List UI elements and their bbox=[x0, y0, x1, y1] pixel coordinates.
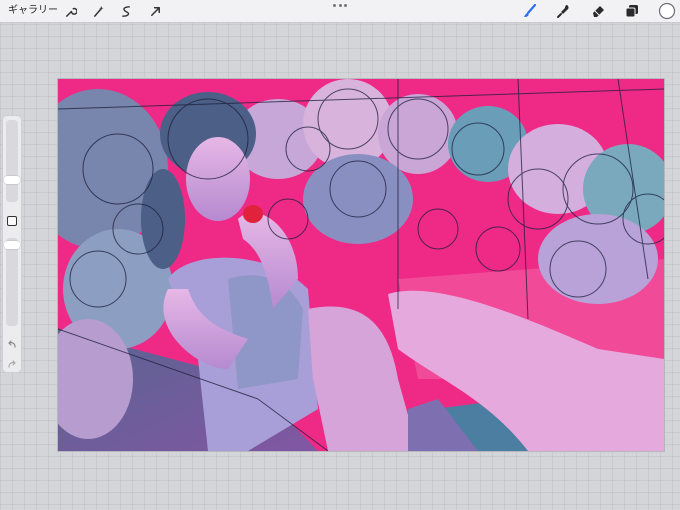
drawing-canvas[interactable] bbox=[57, 78, 665, 452]
top-toolbar: ギャラリー bbox=[0, 0, 680, 23]
artwork bbox=[58, 79, 664, 451]
color-icon[interactable] bbox=[658, 2, 676, 20]
brush-size-knob[interactable] bbox=[4, 176, 20, 184]
magic-wand-icon[interactable] bbox=[90, 3, 106, 19]
opacity-knob[interactable] bbox=[4, 241, 20, 249]
transform-arrow-icon[interactable] bbox=[147, 3, 163, 19]
redo-icon[interactable] bbox=[6, 354, 18, 368]
smudge-icon[interactable] bbox=[556, 3, 572, 19]
brush-size-slider[interactable] bbox=[6, 120, 18, 202]
layers-icon[interactable] bbox=[624, 3, 640, 19]
wrench-icon[interactable] bbox=[62, 3, 78, 19]
modify-square-icon[interactable] bbox=[7, 216, 17, 226]
eraser-icon[interactable] bbox=[590, 3, 606, 19]
gallery-button[interactable]: ギャラリー bbox=[8, 4, 58, 18]
undo-icon[interactable] bbox=[6, 334, 18, 348]
toolbar-handle[interactable] bbox=[333, 2, 347, 8]
opacity-slider[interactable] bbox=[6, 238, 18, 326]
brush-icon[interactable] bbox=[522, 3, 538, 19]
selection-icon[interactable] bbox=[118, 3, 134, 19]
brush-sidebar bbox=[2, 115, 22, 373]
